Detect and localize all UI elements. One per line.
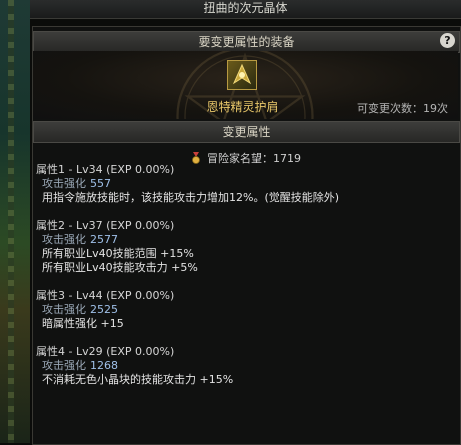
item-name: 恩特精灵护肩 — [206, 100, 279, 114]
attribute-effect: 不消耗无色小晶块的技能攻击力 +15% — [42, 373, 234, 386]
attribute-effect: 暗属性强化 +15 — [42, 317, 124, 330]
stat-value: 2577 — [90, 233, 118, 246]
attribute-stat: 攻击强化 2577 — [36, 233, 198, 247]
attribute-stat: 攻击强化 557 — [36, 177, 339, 191]
help-icon[interactable]: ? — [440, 33, 455, 48]
stat-value: 2525 — [90, 303, 118, 316]
attribute-title: 属性1 - Lv34 (EXP 0.00%) — [36, 163, 175, 176]
attribute-title: 属性4 - Lv29 (EXP 0.00%) — [36, 345, 175, 358]
attribute-title: 属性2 - Lv37 (EXP 0.00%) — [36, 219, 175, 232]
attribute-effect: 所有职业Lv40技能攻击力 +5% — [42, 261, 198, 274]
attribute-effect: 用指令施放技能时，该技能攻击力增加12%。(觉醒技能除外) — [42, 191, 340, 204]
background-scenery — [0, 0, 30, 443]
equipment-item-icon[interactable] — [227, 60, 257, 90]
attribute-block-3: 属性3 - Lv44 (EXP 0.00%) 攻击强化 2525 暗属性强化 +1… — [36, 289, 174, 331]
equip-section-header: 要变更属性的装备 — [33, 31, 460, 53]
attribute-stat: 攻击强化 1268 — [36, 359, 233, 373]
attribute-effect: 所有职业Lv40技能范围 +15% — [42, 247, 194, 260]
stat-value: 1268 — [90, 359, 118, 372]
attribute-stat: 攻击强化 2525 — [36, 303, 174, 317]
attribute-title: 属性3 - Lv44 (EXP 0.00%) — [36, 289, 175, 302]
attribute-block-2: 属性2 - Lv37 (EXP 0.00%) 攻击强化 2577 所有职业Lv40… — [36, 219, 198, 275]
stat-value: 557 — [90, 177, 111, 190]
stat-key: 攻击强化 — [42, 177, 86, 190]
stat-key: 攻击强化 — [42, 303, 86, 316]
change-section-header: 变更属性 — [33, 121, 460, 143]
attribute-block-4: 属性4 - Lv29 (EXP 0.00%) 攻击强化 1268 不消耗无色小晶块… — [36, 345, 233, 387]
stat-key: 攻击强化 — [42, 233, 86, 246]
attribute-block-1: 属性1 - Lv34 (EXP 0.00%) 攻击强化 557 用指令施放技能时，… — [36, 163, 339, 205]
window-title: 扭曲的次元晶体 — [30, 0, 461, 19]
change-count: 可变更次数：19次 — [357, 102, 448, 115]
stat-key: 攻击强化 — [42, 359, 86, 372]
